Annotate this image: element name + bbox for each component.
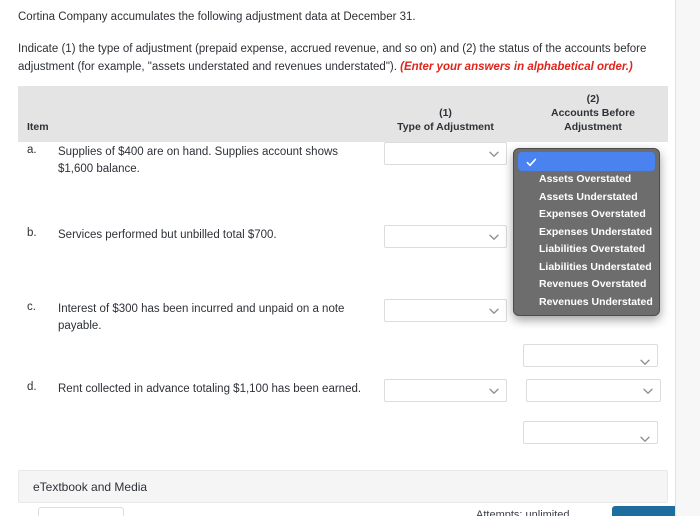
chevron-down-icon	[642, 388, 653, 394]
row-description: Services performed but unbilled total $7…	[58, 229, 277, 241]
select-accounts-before-adjustment-d[interactable]	[525, 379, 661, 402]
select-type-of-adjustment-b[interactable]	[384, 225, 507, 248]
table-header-col2-label-line1: Accounts Before	[550, 107, 635, 119]
row-letter: c.	[27, 301, 36, 313]
table-header-col1-number: (1)	[439, 107, 452, 119]
table-header-row: Item (1) Type of Adjustment (2) Accounts…	[18, 86, 668, 142]
etextbook-and-media-label: eTextbook and Media	[33, 479, 148, 494]
dropdown-option-blank-selected[interactable]	[518, 152, 655, 171]
dropdown-option-liabilities-overstated[interactable]: Liabilities Overstated	[514, 241, 659, 259]
chevron-down-icon	[489, 308, 499, 314]
attempts-label: Attempts: unlimited	[476, 509, 570, 516]
chevron-down-icon	[640, 430, 650, 442]
page-root: Cortina Company accumulates the followin…	[0, 0, 700, 516]
checkmark-icon	[526, 156, 537, 167]
intro-block: Cortina Company accumulates the followin…	[18, 8, 668, 76]
etextbook-and-media-bar[interactable]: eTextbook and Media	[18, 470, 668, 503]
select-accounts-before-adjustment-c[interactable]	[523, 344, 658, 367]
accounts-before-adjustment-dropdown-popup[interactable]: Assets Overstated Assets Understated Exp…	[513, 148, 660, 316]
dropdown-option-revenues-understated[interactable]: Revenues Understated	[514, 294, 659, 312]
dropdown-option-expenses-understated[interactable]: Expenses Understated	[514, 224, 659, 242]
select-type-of-adjustment-d[interactable]	[384, 379, 507, 402]
select-accounts-before-adjustment-extra[interactable]	[523, 421, 658, 444]
chevron-down-icon	[489, 388, 499, 394]
table-header-accounts-before-adjustment: (2) Accounts Before Adjustment	[518, 92, 668, 142]
intro-lead: Cortina Company accumulates the followin…	[18, 11, 416, 23]
table-header-col2-label-line2: Adjustment	[564, 121, 622, 133]
select-type-of-adjustment-a[interactable]	[384, 142, 507, 165]
footer-secondary-button[interactable]	[38, 507, 124, 516]
select-type-of-adjustment-c[interactable]	[384, 299, 507, 322]
dropdown-option-assets-overstated[interactable]: Assets Overstated	[514, 171, 659, 189]
row-type-cell	[373, 299, 518, 322]
row-accounts-cell	[518, 379, 668, 402]
alphabetical-order-note: (Enter your answers in alphabetical orde…	[400, 61, 633, 73]
row-type-cell	[373, 379, 518, 402]
row-description: Rent collected in advance totaling $1,10…	[58, 383, 362, 395]
table-header-item: Item	[27, 121, 49, 133]
intro-instruction: Indicate (1) the type of adjustment (pre…	[18, 40, 668, 76]
table-row: d. Rent collected in advance totaling $1…	[18, 379, 668, 402]
question-content-card: Cortina Company accumulates the followin…	[0, 0, 676, 516]
dropdown-option-liabilities-understated[interactable]: Liabilities Understated	[514, 259, 659, 277]
chevron-down-icon	[489, 234, 499, 240]
chevron-down-icon	[640, 353, 650, 365]
table-header-col2-number: (2)	[586, 93, 600, 105]
row-description: Interest of $300 has been incurred and u…	[58, 303, 345, 332]
dropdown-option-assets-understated[interactable]: Assets Understated	[514, 189, 659, 207]
dropdown-option-expenses-overstated[interactable]: Expenses Overstated	[514, 206, 659, 224]
row-type-cell	[373, 225, 518, 248]
row-description: Supplies of $400 are on hand. Supplies a…	[58, 146, 339, 175]
row-type-cell	[373, 142, 518, 165]
page-right-gutter	[677, 0, 700, 516]
row-letter: a.	[27, 144, 37, 156]
chevron-down-icon	[489, 151, 499, 157]
row-letter: d.	[27, 381, 37, 393]
table-header-col1-label: Type of Adjustment	[397, 121, 494, 133]
dropdown-option-revenues-overstated[interactable]: Revenues Overstated	[514, 276, 659, 294]
row-letter: b.	[27, 227, 37, 239]
table-header-type-of-adjustment: (1) Type of Adjustment	[373, 106, 518, 142]
footer-submit-button[interactable]	[612, 506, 675, 516]
adjustment-table: Item (1) Type of Adjustment (2) Accounts…	[18, 86, 668, 444]
